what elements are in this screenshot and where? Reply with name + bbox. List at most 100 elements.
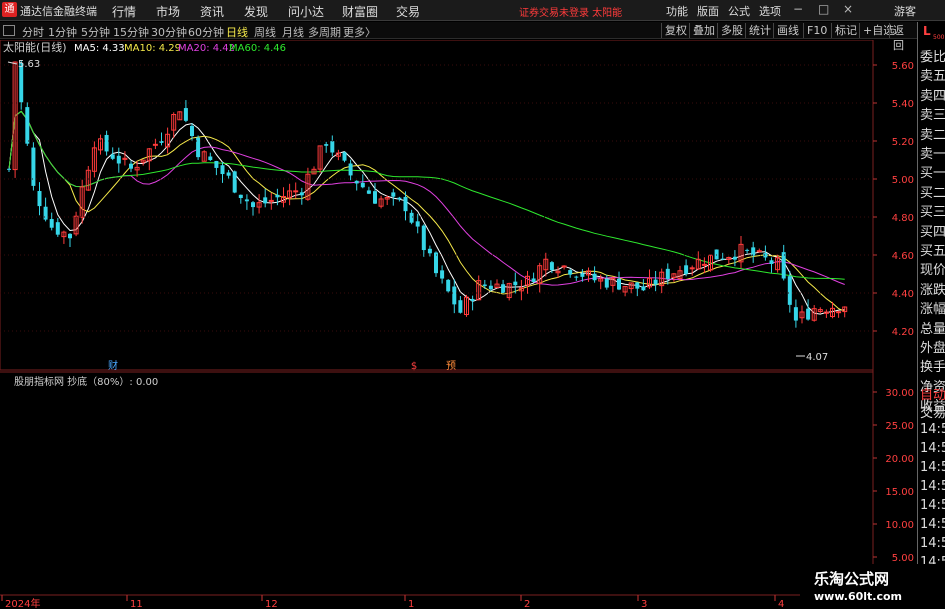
- candle-body: [684, 265, 689, 274]
- period-1min[interactable]: 1分钟: [48, 24, 77, 40]
- candle-body: [470, 298, 475, 302]
- menu-xuanxiang[interactable]: 选项: [759, 3, 781, 19]
- quote-field-label: 买三: [920, 205, 945, 221]
- period-15min[interactable]: 15分钟: [113, 24, 149, 40]
- quote-field-label: 委比: [920, 50, 945, 65]
- back-button[interactable]: 返回: [889, 23, 917, 52]
- draw-line-button[interactable]: 画线: [773, 23, 802, 38]
- tick-time-label: 14:56: [920, 422, 945, 437]
- menu-wenxiaoda[interactable]: 问小达: [288, 3, 324, 20]
- quote-field-label: 外盘: [920, 341, 945, 356]
- candle-body: [836, 311, 842, 314]
- quote-field-label: 卖五: [920, 69, 945, 85]
- sub-tick-label: 15.00: [885, 487, 914, 498]
- ma20-line: [8, 110, 845, 286]
- menu-gongshi[interactable]: 公式: [728, 3, 750, 19]
- candle-body: [756, 250, 762, 253]
- candle-body: [152, 143, 158, 146]
- watermark-url: www.60lt.com: [814, 590, 903, 603]
- menu-hangqing[interactable]: 行情: [112, 3, 136, 20]
- candle-body: [43, 206, 48, 220]
- menu-banmian[interactable]: 版面: [697, 3, 719, 19]
- candle-body: [7, 168, 11, 170]
- user-guest[interactable]: 游客: [894, 3, 916, 19]
- candle-body: [434, 252, 438, 274]
- tick-time-label: 14:56: [920, 479, 945, 494]
- candle-body: [787, 276, 792, 305]
- period-week[interactable]: 周线: [254, 24, 276, 40]
- stock-label: 太阳能(日线): [3, 40, 67, 54]
- kline-chart-area[interactable]: 5.605.405.205.004.804.604.404.20 30.0025…: [0, 40, 917, 609]
- f10-button[interactable]: F10: [803, 23, 830, 38]
- candle-body: [208, 156, 213, 161]
- level-mark: L: [923, 24, 931, 38]
- candle-body: [421, 225, 426, 251]
- candle-body: [793, 307, 798, 321]
- date-tick-label: 2: [524, 599, 530, 609]
- quote-field-label: 买五: [920, 244, 945, 259]
- candle-body: [781, 252, 786, 279]
- tick-time-label: 14:56: [920, 460, 945, 475]
- candle-body: [116, 155, 121, 164]
- candle-body: [299, 192, 304, 196]
- maximize-icon[interactable]: □: [818, 2, 829, 16]
- ma10-line: [8, 110, 845, 312]
- candle-body: [714, 249, 719, 260]
- candle-body: [251, 202, 255, 208]
- candle-body: [769, 260, 774, 264]
- menu-zixun[interactable]: 资讯: [200, 3, 224, 20]
- multi-stock-button[interactable]: 多股: [717, 23, 746, 38]
- menu-gongneng[interactable]: 功能: [666, 3, 688, 19]
- price-tick-label: 4.40: [892, 289, 914, 300]
- candle-body: [342, 152, 347, 161]
- event-marker: 预: [446, 360, 456, 372]
- period-month[interactable]: 月线: [282, 24, 304, 40]
- event-marker: $: [411, 361, 417, 372]
- period-fenshi[interactable]: 分时: [22, 24, 44, 40]
- level-sub: 500: [933, 34, 945, 41]
- menu-faxian[interactable]: 发现: [244, 3, 268, 20]
- candle-body: [568, 270, 573, 275]
- quote-field-label: 买四: [920, 224, 945, 240]
- mark-button[interactable]: 标记: [831, 23, 860, 38]
- sub-tick-label: 5.00: [892, 553, 914, 564]
- period-5min[interactable]: 5分钟: [81, 24, 110, 40]
- fuquan-button[interactable]: 复权: [661, 23, 690, 38]
- period-more[interactable]: 更多〉: [343, 24, 376, 40]
- candle-body: [701, 263, 707, 266]
- candle-body: [482, 284, 487, 286]
- stats-button[interactable]: 统计: [745, 23, 774, 38]
- layout-icon[interactable]: [3, 25, 15, 36]
- tick-time-label: 14:56: [920, 517, 945, 532]
- period-day[interactable]: 日线: [226, 24, 248, 40]
- app-name: 通达信金融终端: [20, 5, 97, 18]
- period-multi[interactable]: 多周期: [308, 24, 341, 40]
- tick-time-label: 14:56: [920, 441, 945, 456]
- candle-body: [354, 180, 359, 184]
- menu-caifuquan[interactable]: 财富圈: [342, 3, 378, 20]
- close-icon[interactable]: ×: [843, 2, 853, 16]
- period-60min[interactable]: 60分钟: [188, 24, 224, 40]
- candle-body: [604, 278, 609, 288]
- candle-body: [732, 256, 737, 260]
- candle-body: [330, 141, 335, 153]
- candle-body: [592, 273, 597, 281]
- overlay-button[interactable]: 叠加: [689, 23, 718, 38]
- trade-label: 交易: [920, 406, 945, 421]
- minimize-icon[interactable]: −: [793, 2, 803, 16]
- watermark: 乐淘公式网 www.60lt.com: [800, 564, 945, 609]
- menu-jiaoyi[interactable]: 交易: [396, 3, 420, 20]
- candle-body: [68, 233, 72, 239]
- quote-field-label: 卖三: [920, 108, 945, 124]
- candle-body: [561, 265, 567, 268]
- period-30min[interactable]: 30分钟: [151, 24, 187, 40]
- tick-time-label: 14:56: [920, 498, 945, 513]
- menu-shichang[interactable]: 市场: [156, 3, 180, 20]
- login-notice: 证券交易未登录 太阳能: [519, 8, 623, 19]
- quote-field-label: 现价: [920, 263, 945, 279]
- candle-body: [440, 270, 445, 279]
- sub-tick-label: 20.00: [885, 454, 914, 465]
- date-tick-label: 1: [408, 599, 414, 609]
- candle-body: [391, 192, 396, 197]
- auto-trade-label: 自动: [920, 388, 945, 403]
